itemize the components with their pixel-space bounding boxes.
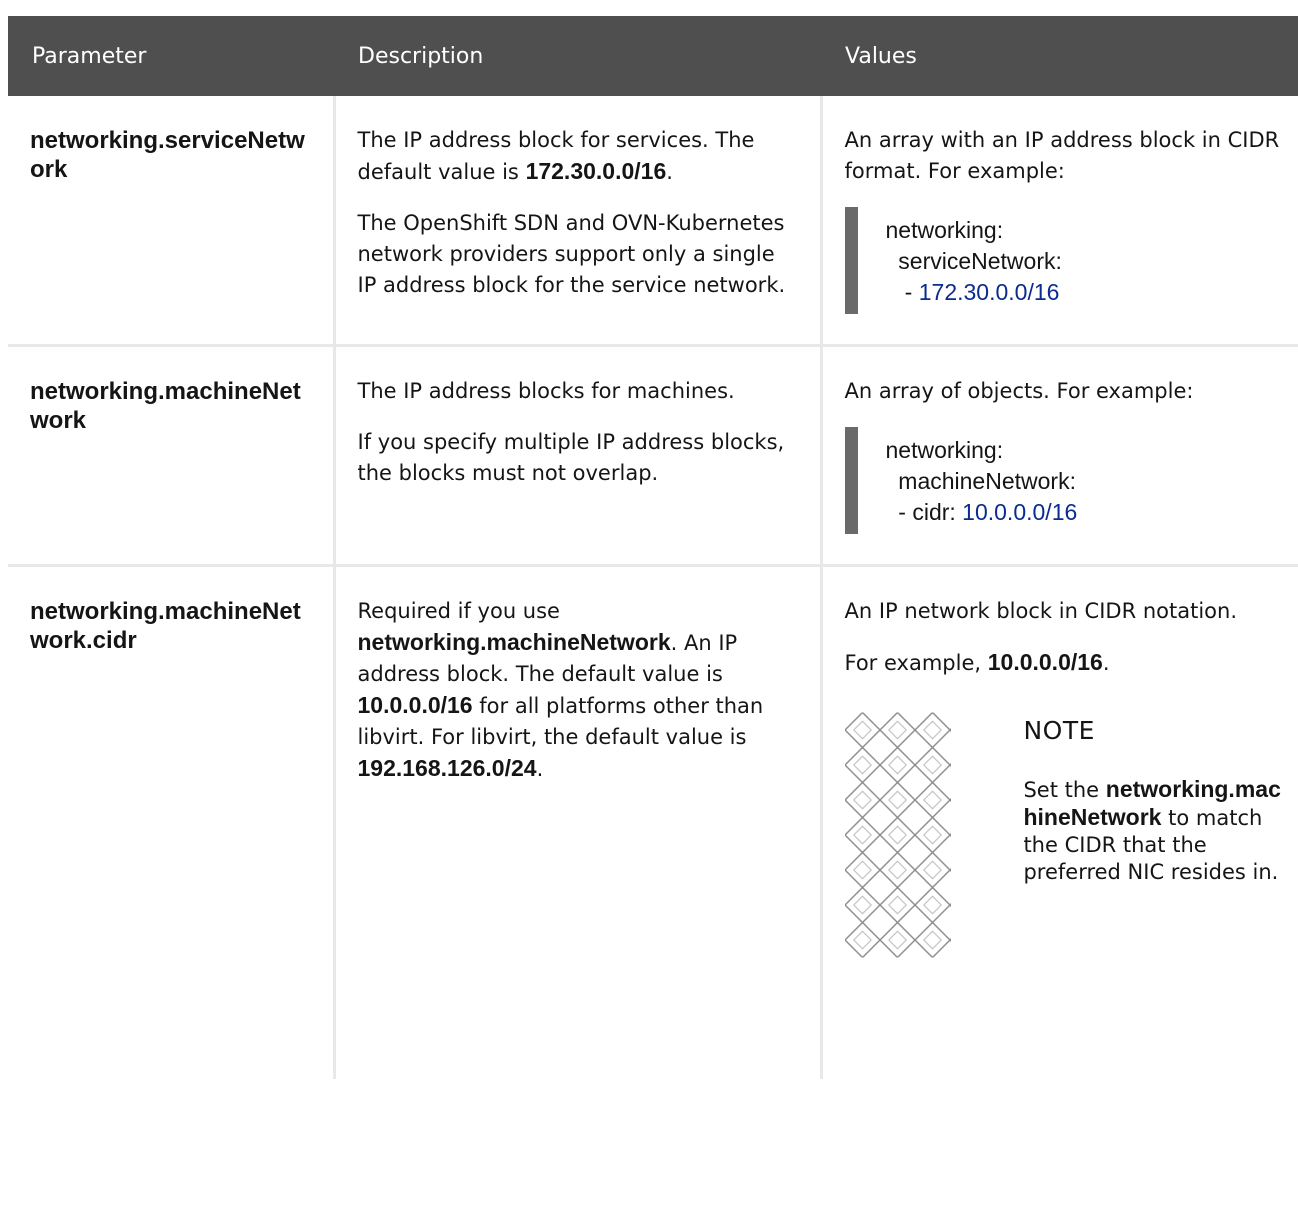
table-row: networking.machineNetwork The IP address… [8, 345, 1298, 567]
values-text: An IP network block in CIDR notation. [844, 599, 1238, 623]
description-text: The OpenShift SDN and OVN-Kubernetes net… [357, 211, 786, 297]
note-admonition: NOTE Set the networking.machineNetwork t… [844, 709, 1287, 961]
description-text: If you specify multiple IP address block… [357, 430, 785, 485]
note-pattern-icon [844, 712, 952, 958]
param-name: networking.machineNetwork [8, 345, 336, 567]
description-text: The IP address block for services. The d… [357, 128, 755, 184]
table-row: networking.machineNetwork.cidr Required … [8, 565, 1298, 1080]
values-cell: An array of objects. For example: networ… [821, 345, 1298, 567]
description-text: The IP address blocks for machines. [357, 379, 735, 403]
description-text: Required if you use networking.machineNe… [357, 599, 764, 781]
table-row: networking.serviceNetwork The IP address… [8, 96, 1298, 347]
param-name: networking.machineNetwork.cidr [8, 565, 336, 1079]
values-text: An array of objects. For example: [844, 379, 1194, 403]
note-text: Set the networking.machineNetwork to mat… [1023, 776, 1281, 884]
description-cell: Required if you use networking.machineNe… [334, 565, 823, 1079]
values-text: An array with an IP address block in CID… [844, 128, 1280, 183]
table-header-row: Parameter Description Values [8, 16, 1298, 96]
description-cell: The IP address blocks for machines. If y… [334, 345, 823, 567]
values-cell: An array with an IP address block in CID… [821, 96, 1298, 347]
code-block: networking: serviceNetwork: - 172.30.0.0… [844, 207, 1287, 314]
code-block: networking: machineNetwork: - cidr: 10.0… [844, 427, 1287, 534]
note-title: NOTE [1023, 716, 1095, 745]
param-name: networking.serviceNetwork [8, 96, 336, 347]
header-values: Values [821, 16, 1298, 96]
default-value: 172.30.0.0/16 [525, 158, 667, 184]
parameters-table: Parameter Description Values networking.… [8, 16, 1298, 1079]
header-parameter: Parameter [8, 16, 334, 96]
description-cell: The IP address block for services. The d… [334, 96, 823, 347]
example-text: For example, 10.0.0.0/16. [844, 649, 1110, 675]
header-description: Description [334, 16, 821, 96]
values-cell: An IP network block in CIDR notation. Fo… [821, 566, 1298, 1080]
